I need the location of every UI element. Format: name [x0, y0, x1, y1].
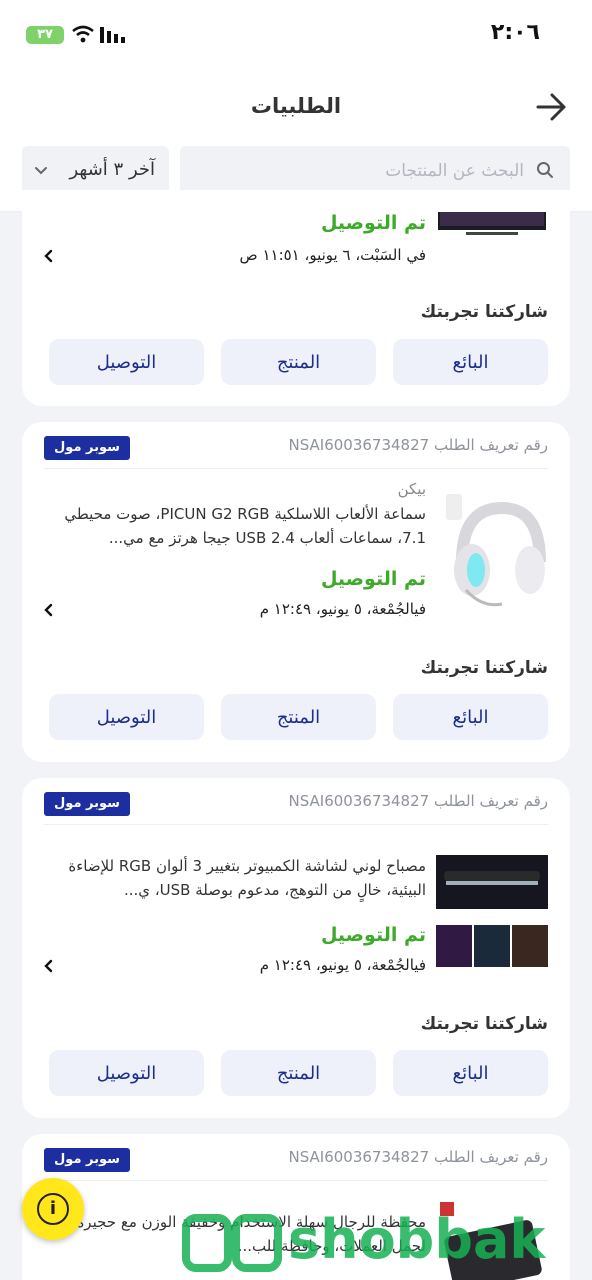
status-bar: ٢:٠٦ ٣٧ — [0, 0, 592, 70]
date-filter-label: آخر ٣ أشهر — [69, 159, 156, 180]
rate-delivery-button[interactable]: التوصيل — [49, 339, 204, 385]
rate-product-button[interactable]: المنتج — [221, 339, 376, 385]
product-name[interactable]: مصباح لوني لشاشة الكمبيوتر بتغيير 3 ألوا… — [48, 854, 426, 902]
shobbak-logo-icon — [182, 1214, 282, 1272]
product-thumbnail-light-bar — [436, 851, 548, 971]
chevron-left-icon[interactable] — [42, 603, 56, 617]
super-mall-badge: سوبر مول — [44, 792, 130, 816]
help-button[interactable]: i — [22, 1178, 84, 1240]
super-mall-badge: سوبر مول — [44, 436, 130, 460]
signal-icon — [100, 27, 125, 43]
delivery-date: فيالجُمْعة، ٥ يونيو، ١٢:٤٩ م — [259, 600, 426, 618]
battery-icon: ٣٧ — [26, 26, 64, 44]
seller-name: بيكن — [397, 480, 426, 498]
share-experience-label: شاركتنا تجربتك — [420, 1014, 548, 1034]
status-time: ٢:٠٦ — [490, 20, 540, 45]
order-card: رقم تعريف الطلب NSAI60036734827 سوبر مول… — [22, 422, 570, 762]
rate-product-button[interactable]: المنتج — [221, 694, 376, 740]
search-input[interactable] — [194, 146, 524, 196]
rate-seller-button[interactable]: البائع — [393, 1050, 548, 1096]
watermark-text: shobbak — [288, 1208, 546, 1271]
back-arrow-icon[interactable] — [534, 90, 568, 124]
order-id: رقم تعريف الطلب NSAI60036734827 — [288, 436, 548, 454]
rate-seller-button[interactable]: البائع — [393, 339, 548, 385]
rate-delivery-button[interactable]: التوصيل — [49, 1050, 204, 1096]
search-box[interactable] — [180, 146, 570, 196]
share-experience-label: شاركتنا تجربتك — [420, 658, 548, 678]
delivery-date: فيالجُمْعة، ٥ يونيو، ١٢:٤٩ م — [259, 956, 426, 974]
order-card-partial: تم التوصيل في السَبْت، ٦ يونيو، ١١:٥١ ص … — [22, 190, 570, 406]
share-experience-label: شاركتنا تجربتك — [420, 302, 548, 322]
order-id: رقم تعريف الطلب NSAI60036734827 — [288, 1148, 548, 1166]
delivery-status: تم التوصيل — [320, 568, 426, 590]
delivery-date: في السَبْت، ٦ يونيو، ١١:٥١ ص — [239, 246, 426, 264]
rate-product-button[interactable]: المنتج — [221, 1050, 376, 1096]
info-icon: i — [37, 1193, 69, 1225]
chevron-left-icon[interactable] — [42, 959, 56, 973]
chevron-left-icon[interactable] — [42, 249, 56, 263]
watermark: shobbak — [178, 1200, 588, 1280]
delivery-status: تم التوصيل — [320, 212, 426, 234]
product-thumbnail-monitor — [438, 212, 546, 235]
wifi-icon — [72, 25, 94, 43]
super-mall-badge: سوبر مول — [44, 1148, 130, 1172]
order-card: رقم تعريف الطلب NSAI60036734827 سوبر مول… — [22, 778, 570, 1118]
rate-seller-button[interactable]: البائع — [393, 694, 548, 740]
product-thumbnail-headset — [436, 486, 548, 616]
page-title: الطلبيات — [250, 94, 342, 118]
rate-delivery-button[interactable]: التوصيل — [49, 694, 204, 740]
order-id: رقم تعريف الطلب NSAI60036734827 — [288, 792, 548, 810]
date-filter-dropdown[interactable]: آخر ٣ أشهر — [22, 146, 169, 196]
delivery-status: تم التوصيل — [320, 924, 426, 946]
chevron-down-icon — [35, 167, 47, 175]
product-name[interactable]: سماعة الألعاب اللاسلكية PICUN G2 RGB، صو… — [48, 502, 426, 550]
search-icon — [537, 162, 553, 178]
